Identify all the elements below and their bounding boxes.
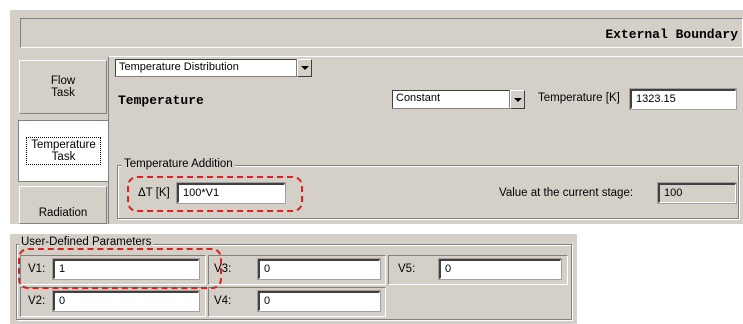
- distribution-select[interactable]: Temperature Distribution: [115, 59, 297, 77]
- temperature-input-value: 1323.15: [636, 93, 676, 105]
- param-v3-value: 0: [264, 263, 271, 275]
- temperature-mode-dropdown-button[interactable]: [510, 90, 525, 109]
- delta-t-label: ΔT [K]: [138, 187, 170, 199]
- temperature-label: Temperature [K]: [538, 92, 620, 104]
- panel-title: External Boundary: [605, 27, 738, 42]
- tab-label: Temperature Task: [26, 137, 101, 165]
- chevron-down-icon: [513, 97, 522, 102]
- temperature-mode-select[interactable]: Constant: [392, 90, 510, 109]
- chevron-down-icon: [300, 66, 309, 70]
- tab-flow-task[interactable]: Flow Task: [19, 60, 107, 114]
- temperature-mode-value: Constant: [396, 92, 441, 104]
- current-stage-value: 100: [658, 183, 736, 203]
- param-v3-input[interactable]: 0: [258, 259, 380, 279]
- user-params-legend: User-Defined Parameters: [19, 236, 154, 248]
- param-v5-input[interactable]: 0: [439, 259, 561, 279]
- title-bar: External Boundary: [20, 18, 743, 48]
- param-v4-value: 0: [264, 295, 271, 307]
- distribution-dropdown-button[interactable]: [297, 59, 312, 77]
- temperature-addition-legend: Temperature Addition: [122, 158, 235, 170]
- tab-label: Flow Task: [50, 75, 76, 99]
- param-v2-value: 0: [59, 295, 66, 307]
- tab-temperature-task[interactable]: Temperature Task: [18, 120, 109, 182]
- param-v4-input[interactable]: 0: [258, 291, 380, 311]
- param-v4-label: V4:: [214, 295, 232, 307]
- tab-label: Radiation: [38, 207, 88, 219]
- param-v1-input[interactable]: 1: [53, 259, 199, 279]
- delta-t-input-value: 100*V1: [183, 187, 220, 199]
- param-v2-label: V2:: [28, 295, 46, 307]
- distribution-select-value: Temperature Distribution: [119, 61, 239, 73]
- param-v5-label: V5:: [398, 263, 416, 275]
- current-stage-label: Value at the current stage:: [499, 187, 634, 199]
- temperature-heading: Temperature: [118, 93, 204, 108]
- delta-t-input[interactable]: 100*V1: [177, 183, 285, 203]
- param-v3-label: V3:: [214, 263, 232, 275]
- param-v1-label: V1:: [28, 263, 46, 275]
- param-v5-value: 0: [445, 263, 452, 275]
- current-stage-value-text: 100: [664, 187, 683, 199]
- param-v1-value: 1: [59, 263, 66, 275]
- param-v2-input[interactable]: 0: [53, 291, 199, 311]
- tab-radiation-task[interactable]: Radiation: [19, 186, 107, 224]
- temperature-input[interactable]: 1323.15: [630, 89, 736, 109]
